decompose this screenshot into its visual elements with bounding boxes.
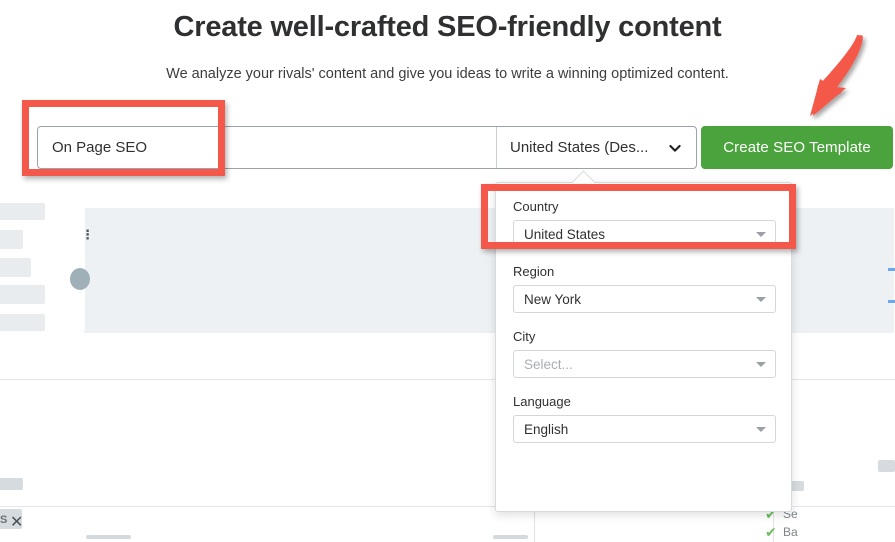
background-tag	[878, 460, 895, 472]
language-label: Language	[513, 394, 571, 409]
triangle-down-icon	[756, 231, 766, 237]
city-label: City	[513, 329, 536, 344]
background-accent-mark	[888, 300, 895, 303]
language-select[interactable]: English	[513, 415, 776, 443]
background-tag	[0, 478, 23, 490]
background-tag	[790, 481, 804, 491]
country-field: Country United States	[513, 199, 776, 248]
city-field: City Select...	[513, 329, 776, 378]
background-avatar	[70, 268, 90, 290]
skeleton-bar	[0, 258, 31, 277]
region-select[interactable]: New York	[513, 285, 776, 313]
country-select-value: United States	[524, 226, 606, 242]
app-root: ⋮ ⋮ CS ✕ → ✔ Se ✔ Ba Create well-crafted…	[0, 0, 895, 542]
triangle-down-icon	[756, 426, 766, 432]
region-label: Region	[513, 264, 555, 279]
dropdown-caret	[572, 170, 596, 183]
chevron-down-icon	[668, 141, 682, 155]
search-bar: United States (Des...	[37, 126, 697, 169]
triangle-down-icon	[756, 361, 766, 367]
skeleton-bar	[0, 314, 45, 331]
arrow-right-icon: →	[610, 526, 637, 542]
close-icon: ✕	[10, 514, 24, 531]
background-ellipsis-icon: ⋮	[81, 228, 94, 246]
background-tag-label: CS	[0, 514, 8, 526]
skeleton-bar	[0, 230, 23, 249]
background-check-label: Ba	[783, 525, 798, 539]
country-label: Country	[513, 199, 559, 214]
language-field: Language English	[513, 394, 776, 443]
background-skeleton-card	[0, 200, 85, 331]
city-select[interactable]: Select...	[513, 350, 776, 378]
background-underline	[86, 535, 131, 539]
check-icon: ✔	[765, 524, 777, 540]
location-settings-dropdown: Country United States Region New York Ci…	[495, 182, 792, 512]
region-field: Region New York	[513, 264, 776, 313]
background-accent-mark	[888, 268, 895, 271]
create-seo-template-button[interactable]: Create SEO Template	[701, 126, 893, 169]
skeleton-bar	[0, 285, 45, 304]
database-select[interactable]: United States (Des...	[496, 127, 696, 168]
keyword-input[interactable]	[38, 127, 496, 168]
country-select[interactable]: United States	[513, 220, 776, 248]
database-select-value: United States (Des...	[510, 139, 649, 156]
language-select-value: English	[524, 421, 569, 437]
region-select-value: New York	[524, 291, 582, 307]
background-underline	[493, 535, 528, 539]
triangle-down-icon	[756, 296, 766, 302]
skeleton-bar	[0, 203, 45, 220]
city-select-value: Select...	[524, 356, 573, 372]
